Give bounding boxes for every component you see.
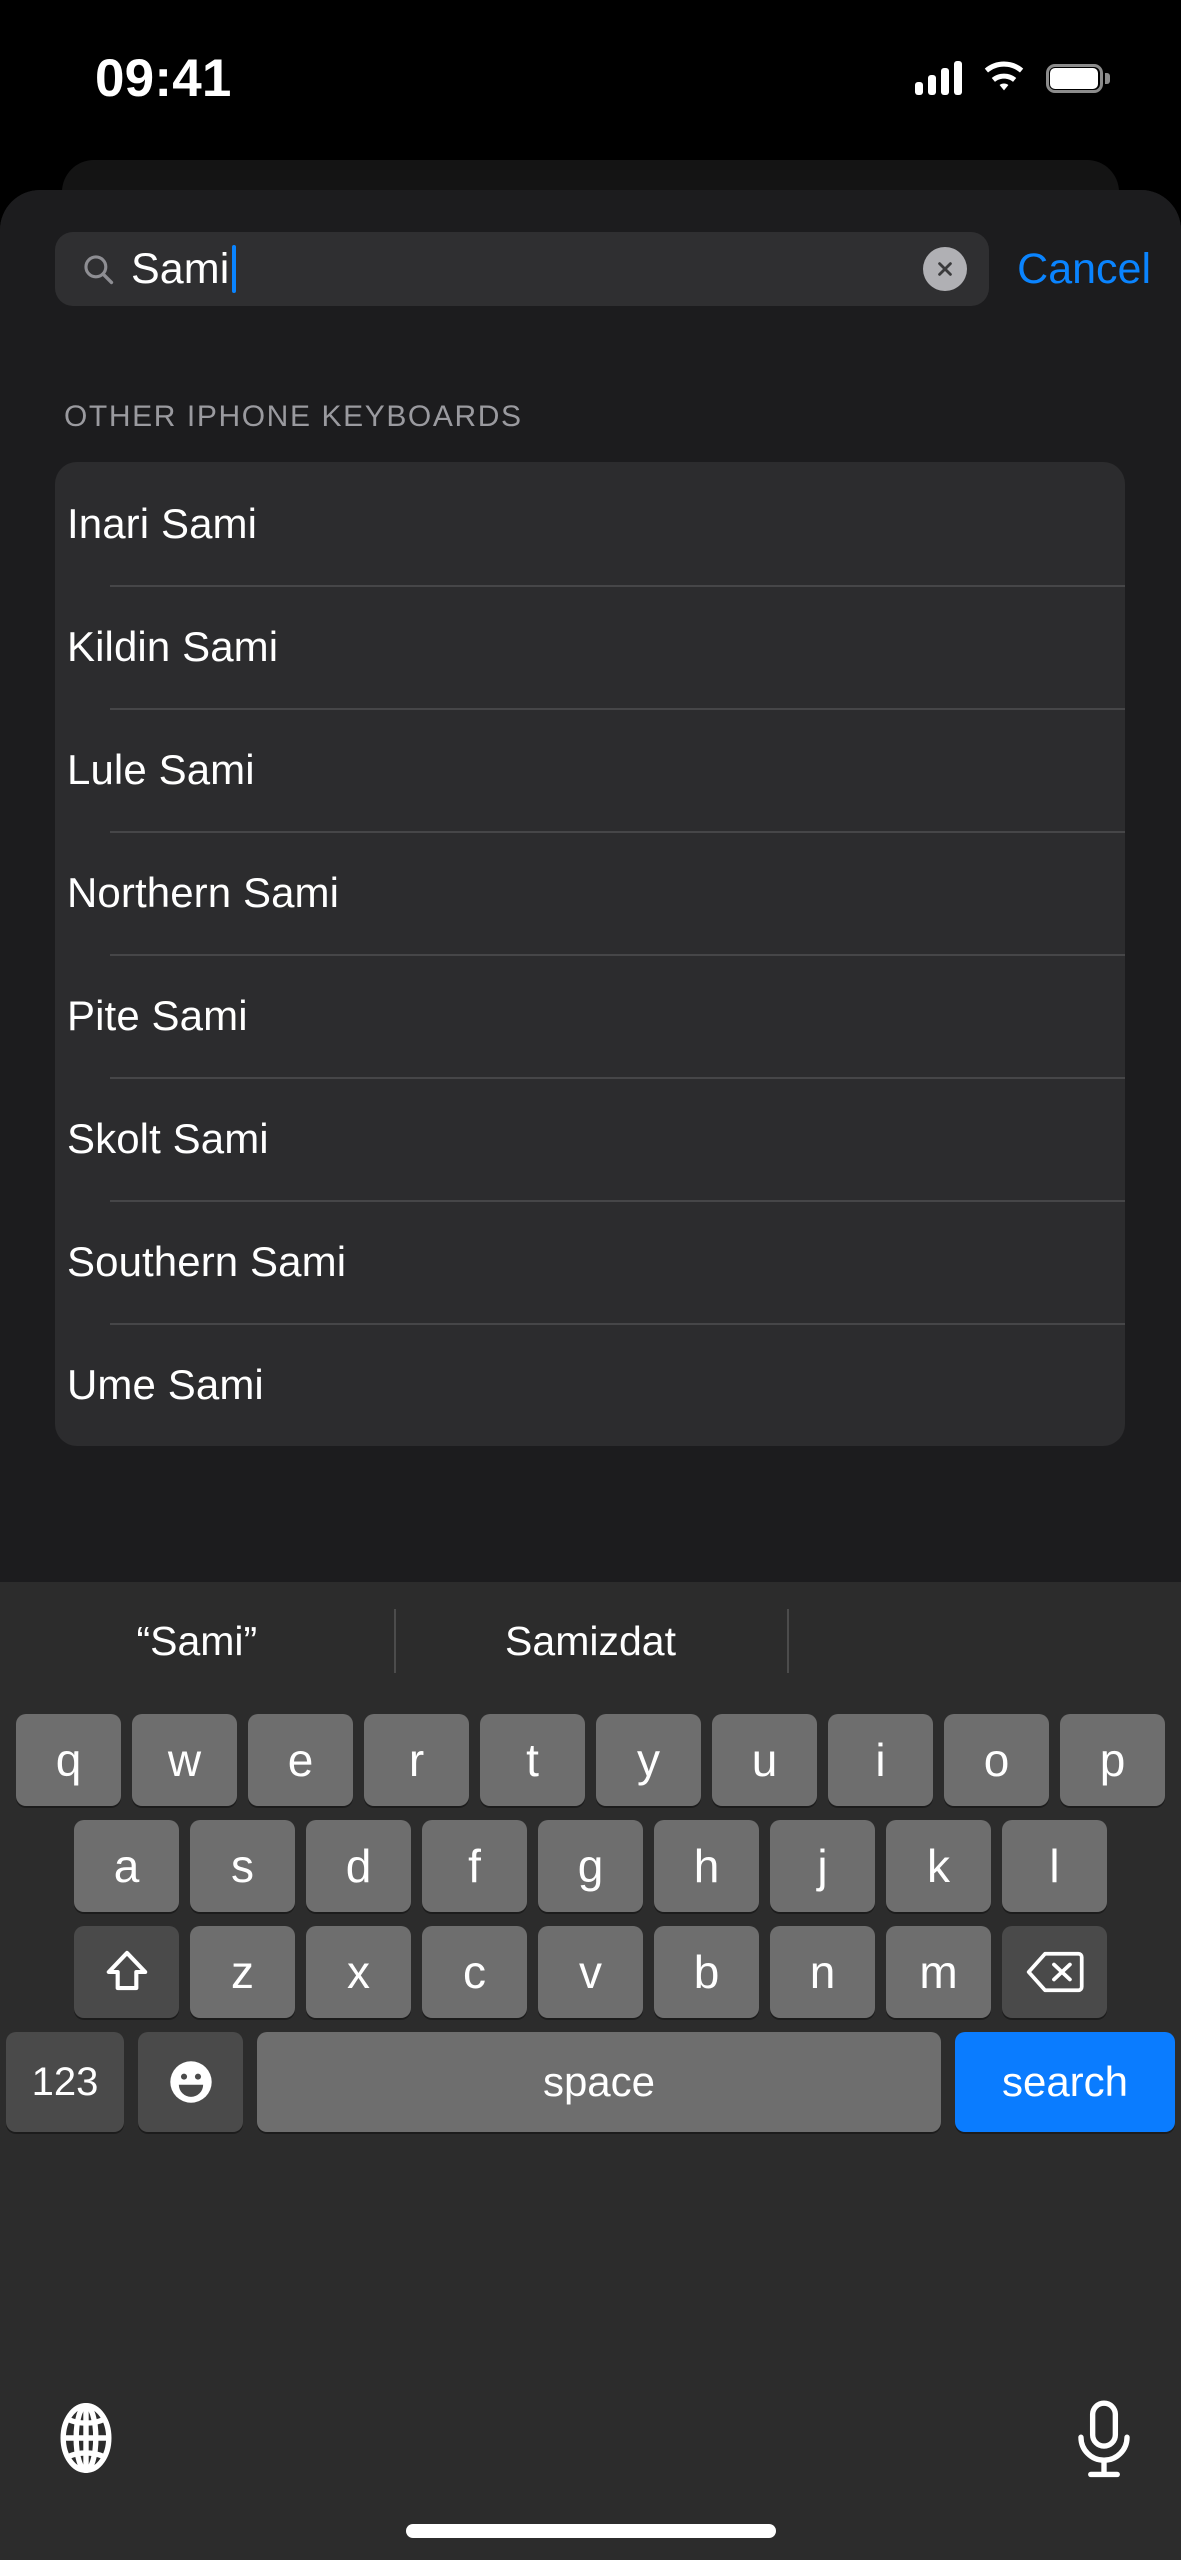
list-item[interactable]: Kildin Sami bbox=[55, 585, 1125, 708]
list-item[interactable]: Skolt Sami bbox=[55, 1077, 1125, 1200]
signal-bars-icon bbox=[915, 61, 962, 95]
cancel-button[interactable]: Cancel bbox=[1017, 245, 1151, 294]
prediction-bar: “Sami” Samizdat bbox=[0, 1582, 1181, 1700]
list-item[interactable]: Pite Sami bbox=[55, 954, 1125, 1077]
key-j[interactable]: j bbox=[770, 1820, 875, 1912]
key-r[interactable]: r bbox=[364, 1714, 469, 1806]
key-g[interactable]: g bbox=[538, 1820, 643, 1912]
status-time: 09:41 bbox=[95, 48, 232, 108]
search-input-value: Sami bbox=[131, 244, 230, 293]
backspace-icon[interactable] bbox=[1002, 1926, 1107, 2018]
key-w[interactable]: w bbox=[132, 1714, 237, 1806]
key-y[interactable]: y bbox=[596, 1714, 701, 1806]
key-f[interactable]: f bbox=[422, 1820, 527, 1912]
list-item-label: Kildin Sami bbox=[67, 622, 279, 670]
microphone-icon[interactable] bbox=[1075, 2400, 1133, 2482]
section-header: OTHER IPHONE KEYBOARDS bbox=[64, 400, 523, 433]
keyboard-bottom-bar bbox=[0, 2382, 1181, 2560]
text-caret bbox=[232, 245, 237, 293]
key-k[interactable]: k bbox=[886, 1820, 991, 1912]
status-bar: 09:41 bbox=[0, 0, 1181, 140]
search-results-list: Inari Sami Kildin Sami Lule Sami Norther… bbox=[55, 462, 1125, 1446]
list-item-label: Inari Sami bbox=[67, 499, 258, 547]
key-v[interactable]: v bbox=[538, 1926, 643, 2018]
list-item-label: Lule Sami bbox=[67, 745, 255, 793]
keyboard-row-4: 123 space search bbox=[0, 2032, 1181, 2132]
smiley-face-icon bbox=[169, 2061, 212, 2103]
list-item[interactable]: Ume Sami bbox=[55, 1323, 1125, 1446]
key-c[interactable]: c bbox=[422, 1926, 527, 2018]
space-key[interactable]: space bbox=[257, 2032, 941, 2132]
keyboard-row-2: a s d f g h j k l bbox=[0, 1820, 1181, 1912]
key-d[interactable]: d bbox=[306, 1820, 411, 1912]
globe-icon[interactable] bbox=[48, 2400, 124, 2476]
key-n[interactable]: n bbox=[770, 1926, 875, 2018]
emoji-icon[interactable] bbox=[138, 2032, 243, 2132]
iphone-screen: 09:41 Sami Cancel OTHER IPHONE KEYBOARDS… bbox=[0, 0, 1181, 2560]
prediction-item[interactable]: Samizdat bbox=[393, 1582, 788, 1700]
prediction-item[interactable]: “Sami” bbox=[0, 1582, 394, 1700]
list-item-label: Northern Sami bbox=[67, 868, 340, 916]
close-icon bbox=[938, 262, 952, 276]
keyboard-row-1: q w e r t y u i o p bbox=[0, 1714, 1181, 1806]
key-z[interactable]: z bbox=[190, 1926, 295, 2018]
status-indicators bbox=[915, 61, 1110, 95]
home-indicator[interactable] bbox=[405, 2524, 776, 2538]
wifi-icon bbox=[984, 61, 1024, 91]
key-s[interactable]: s bbox=[190, 1820, 295, 1912]
list-item-label: Skolt Sami bbox=[67, 1114, 269, 1162]
key-u[interactable]: u bbox=[712, 1714, 817, 1806]
key-o[interactable]: o bbox=[944, 1714, 1049, 1806]
list-item[interactable]: Northern Sami bbox=[55, 831, 1125, 954]
shift-icon[interactable] bbox=[74, 1926, 179, 2018]
key-h[interactable]: h bbox=[654, 1820, 759, 1912]
search-value-wrapper: Sami bbox=[131, 245, 923, 294]
key-p[interactable]: p bbox=[1060, 1714, 1165, 1806]
prediction-item[interactable] bbox=[787, 1582, 1181, 1700]
numeric-mode-key[interactable]: 123 bbox=[6, 2032, 124, 2132]
list-item[interactable]: Southern Sami bbox=[55, 1200, 1125, 1323]
list-item-label: Pite Sami bbox=[67, 991, 248, 1039]
key-e[interactable]: e bbox=[248, 1714, 353, 1806]
key-i[interactable]: i bbox=[828, 1714, 933, 1806]
onscreen-keyboard: “Sami” Samizdat q w e r t y u i o p a s … bbox=[0, 1582, 1181, 2560]
key-x[interactable]: x bbox=[306, 1926, 411, 2018]
key-t[interactable]: t bbox=[480, 1714, 585, 1806]
key-b[interactable]: b bbox=[654, 1926, 759, 2018]
clear-text-icon[interactable] bbox=[923, 247, 968, 291]
list-item-label: Southern Sami bbox=[67, 1237, 347, 1285]
shift-arrow-icon bbox=[106, 1950, 147, 1991]
search-input[interactable]: Sami bbox=[55, 232, 990, 306]
battery-icon bbox=[1046, 63, 1110, 93]
list-item-label: Ume Sami bbox=[67, 1360, 264, 1408]
key-q[interactable]: q bbox=[16, 1714, 121, 1806]
key-l[interactable]: l bbox=[1002, 1820, 1107, 1912]
return-key[interactable]: search bbox=[955, 2032, 1175, 2132]
key-m[interactable]: m bbox=[886, 1926, 991, 2018]
search-bar: Sami Cancel bbox=[0, 228, 1181, 310]
key-a[interactable]: a bbox=[74, 1820, 179, 1912]
list-item[interactable]: Inari Sami bbox=[55, 462, 1125, 585]
search-icon bbox=[84, 255, 114, 285]
list-item[interactable]: Lule Sami bbox=[55, 708, 1125, 831]
delete-left-icon bbox=[1026, 1951, 1084, 1993]
keyboard-row-3: z x c v b n m bbox=[0, 1926, 1181, 2018]
